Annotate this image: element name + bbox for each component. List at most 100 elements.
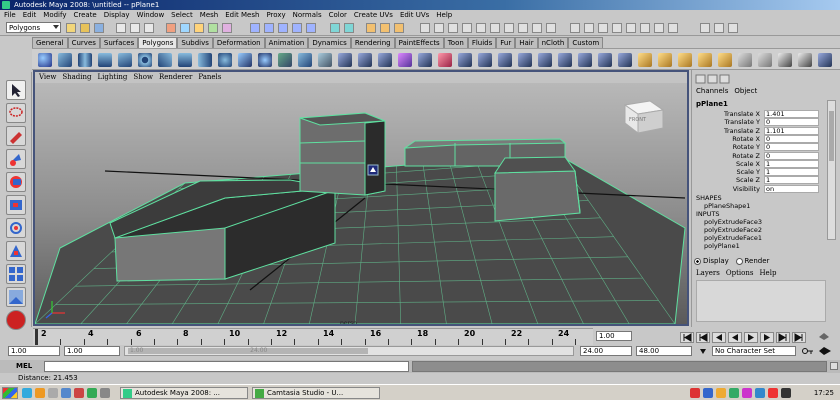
input-field-icon-6[interactable] xyxy=(490,23,500,33)
cb-input-item[interactable]: polyPlane1 xyxy=(704,242,740,250)
move-tool-icon[interactable] xyxy=(6,149,26,169)
toggle-panel-icon-7[interactable] xyxy=(654,23,664,33)
poly-cube-icon[interactable] xyxy=(58,53,72,67)
input-field-icon-3[interactable] xyxy=(448,23,458,33)
four-view-layout-icon[interactable] xyxy=(6,264,26,284)
viewport-menu-lighting[interactable]: Lighting xyxy=(98,72,128,83)
bevel-icon[interactable] xyxy=(558,53,572,67)
scene-canvas[interactable]: FRONT xyxy=(35,83,687,324)
range-handle[interactable]: 1.00 24.00 xyxy=(128,348,368,354)
cb-attr-value[interactable]: 0 xyxy=(764,118,819,127)
toggle-panel-icon-2[interactable] xyxy=(584,23,594,33)
poly-pipe-icon[interactable] xyxy=(198,53,212,67)
menu-window[interactable]: Window xyxy=(137,10,165,20)
input-field-icon-7[interactable] xyxy=(504,23,514,33)
show-tool-settings-icon[interactable] xyxy=(714,23,724,33)
cb-attribute-row[interactable]: Scale Z 1 xyxy=(694,176,822,185)
cb-shape-item[interactable]: pPlaneShape1 xyxy=(704,202,750,210)
mask-icon-5[interactable] xyxy=(222,23,232,33)
toggle-panel-icon-8[interactable] xyxy=(668,23,678,33)
perspective-viewport[interactable]: View Shading Lighting Show Renderer Pane… xyxy=(33,70,689,326)
soften-edge-icon[interactable] xyxy=(738,53,752,67)
layer-menu-options[interactable]: Options xyxy=(726,269,754,277)
menu-color[interactable]: Color xyxy=(329,10,347,20)
select-tool-icon[interactable] xyxy=(6,80,26,100)
viewport-menu-renderer[interactable]: Renderer xyxy=(159,72,192,83)
cb-attribute-row[interactable]: Rotate X 0 xyxy=(694,134,822,143)
ipr-render-icon[interactable] xyxy=(380,23,390,33)
step-back-key-icon[interactable] xyxy=(696,332,710,343)
shelf-tab-custom[interactable]: Custom xyxy=(568,37,604,48)
input-field-icon-9[interactable] xyxy=(532,23,542,33)
shelf-tab-fur[interactable]: Fur xyxy=(496,37,516,48)
poly-plane-icon[interactable] xyxy=(118,53,132,67)
quicklaunch-ie-icon[interactable] xyxy=(22,388,32,398)
cb-layout-icon-2[interactable] xyxy=(707,74,718,84)
animation-end-field[interactable]: 48.00 xyxy=(636,346,692,356)
cb-attribute-row[interactable]: Translate X 1.401 xyxy=(694,110,822,118)
tray-icon-6[interactable] xyxy=(755,388,765,398)
combine-icon[interactable] xyxy=(278,53,292,67)
history-icon-2[interactable] xyxy=(344,23,354,33)
snap-grid-icon[interactable] xyxy=(250,23,260,33)
selected-object-name[interactable]: pPlane1 xyxy=(696,100,728,108)
time-slider[interactable]: 2 4 6 8 10 12 14 16 18 20 22 24 xyxy=(33,328,593,345)
cb-attr-value[interactable]: 1.401 xyxy=(764,110,819,118)
mask-icon-4[interactable] xyxy=(208,23,218,33)
toggle-panel-icon-3[interactable] xyxy=(598,23,608,33)
menu-normals[interactable]: Normals xyxy=(293,10,322,20)
insert-edge-loop-icon[interactable] xyxy=(538,53,552,67)
shelf-tab-rendering[interactable]: Rendering xyxy=(350,37,395,48)
mask-icon-3[interactable] xyxy=(194,23,204,33)
layer-menu-layers[interactable]: Layers xyxy=(696,269,720,277)
current-frame-field[interactable]: 1.00 xyxy=(596,331,632,341)
cb-attr-value[interactable]: 0 xyxy=(764,134,819,143)
difference-icon[interactable] xyxy=(358,53,372,67)
shelf-menu-icon[interactable] xyxy=(818,53,832,67)
cb-attr-value[interactable]: 0 xyxy=(764,151,819,160)
step-back-frame-icon[interactable] xyxy=(712,332,726,343)
quicklaunch-media-icon[interactable] xyxy=(61,388,71,398)
cb-attribute-row[interactable]: Rotate Y 0 xyxy=(694,143,822,152)
viewport-menu-show[interactable]: Show xyxy=(133,72,153,83)
select-by-component-icon[interactable] xyxy=(144,23,154,33)
shelf-tab-painteffects[interactable]: PaintEffects xyxy=(394,37,444,48)
move-manipulator-icon[interactable] xyxy=(367,164,379,176)
single-view-layout-icon[interactable] xyxy=(6,287,26,307)
shelf-tab-subdivs[interactable]: Subdivs xyxy=(177,37,213,48)
menu-help[interactable]: Help xyxy=(436,10,452,20)
intersection-icon[interactable] xyxy=(378,53,392,67)
poly-cone-icon[interactable] xyxy=(98,53,112,67)
toggle-panel-icon-6[interactable] xyxy=(640,23,650,33)
shelf-tab-polygons[interactable]: Polygons xyxy=(138,37,178,48)
cb-attr-value[interactable]: 1.101 xyxy=(764,126,819,135)
cb-attribute-row[interactable]: Scale X 1 xyxy=(694,159,822,168)
collapse-icon[interactable] xyxy=(598,53,612,67)
lasso-tool-icon[interactable] xyxy=(6,103,26,123)
shelf-tab-hair[interactable]: Hair xyxy=(515,37,538,48)
radio-render[interactable] xyxy=(735,257,743,265)
shelf-tab-fluids[interactable]: Fluids xyxy=(467,37,497,48)
viewport-menu-panels[interactable]: Panels xyxy=(198,72,221,83)
step-forward-frame-icon[interactable] xyxy=(760,332,774,343)
animation-start-field[interactable]: 1.00 xyxy=(8,346,60,356)
render-icon[interactable] xyxy=(366,23,376,33)
poly-pyramid-icon[interactable] xyxy=(178,53,192,67)
snap-curve-icon[interactable] xyxy=(264,23,274,33)
menu-display[interactable]: Display xyxy=(104,10,130,20)
range-bar[interactable]: 1.00 24.00 xyxy=(124,346,574,356)
poly-helix-icon[interactable] xyxy=(218,53,232,67)
separate-icon[interactable] xyxy=(298,53,312,67)
render-settings-icon[interactable] xyxy=(394,23,404,33)
delete-edge-icon[interactable] xyxy=(618,53,632,67)
shelf-tab-dynamics[interactable]: Dynamics xyxy=(308,37,351,48)
union-icon[interactable] xyxy=(338,53,352,67)
tray-icon-7[interactable] xyxy=(768,388,778,398)
scale-tool-icon[interactable] xyxy=(6,195,26,215)
cb-layout-icon-3[interactable] xyxy=(719,74,730,84)
mirror-icon[interactable] xyxy=(398,53,412,67)
quicklaunch-desktop-icon[interactable] xyxy=(48,388,58,398)
history-icon[interactable] xyxy=(330,23,340,33)
cb-attribute-row[interactable]: Scale Y 1 xyxy=(694,168,822,177)
input-field-icon-2[interactable] xyxy=(434,23,444,33)
